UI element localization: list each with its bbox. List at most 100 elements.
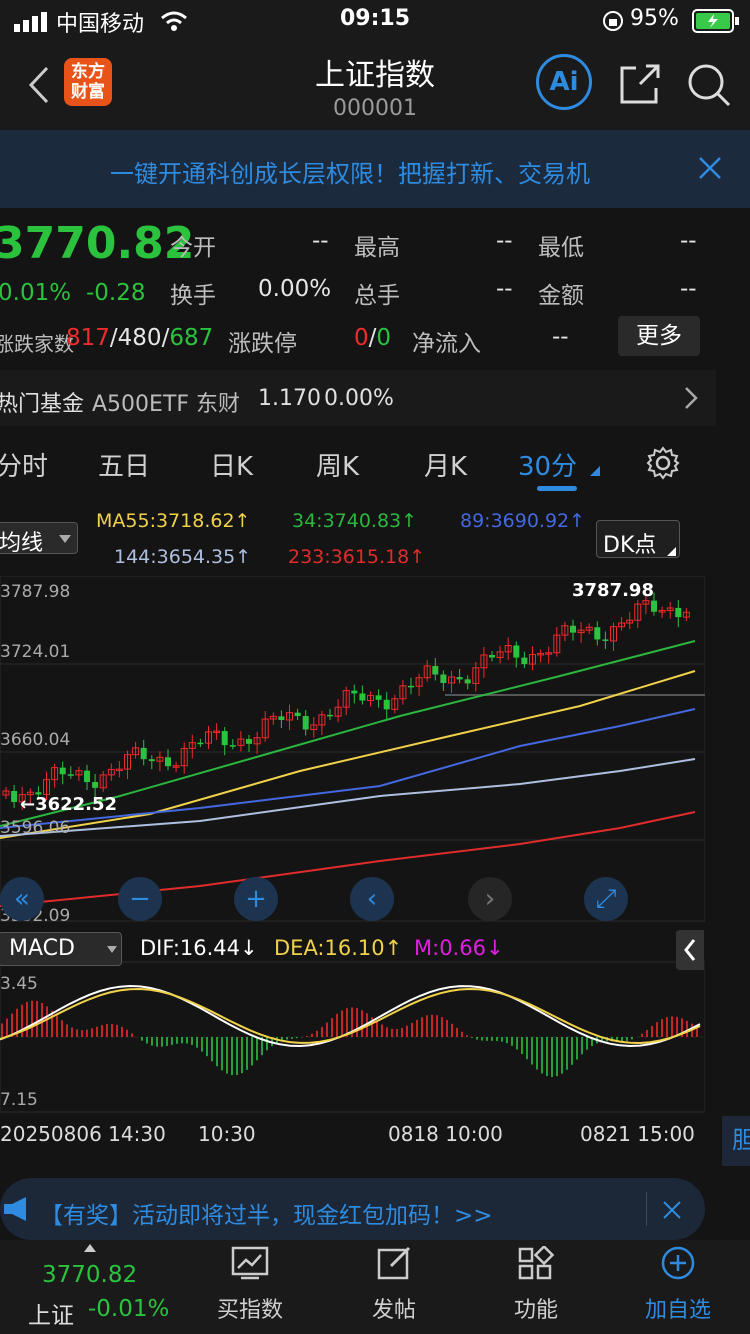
search-icon[interactable] [686, 62, 732, 108]
min-price-marker: ←3622.52 [20, 794, 118, 815]
scroll-right-button[interactable]: › [468, 877, 512, 921]
ai-assistant-button[interactable]: Ai [536, 54, 592, 110]
add-watchlist-label: 加自选 [644, 1298, 711, 1323]
promo-banner[interactable]: 一键开通科创成长层权限！把握打新、交易机 [0, 130, 750, 208]
candle-body [651, 600, 657, 612]
ma34-value: 34:3740.83↑ [292, 510, 418, 532]
candle-body [327, 714, 333, 717]
fund-label: 热门基金 [0, 392, 85, 417]
candle-body [570, 625, 576, 633]
dk-point-button[interactable]: DK点 [596, 520, 680, 558]
limit-values: 0/0 [354, 325, 391, 351]
volume-value: -- [496, 276, 513, 302]
functions-label: 功能 [513, 1298, 558, 1323]
zoom-in-button[interactable]: + [234, 877, 278, 921]
kline-svg[interactable] [0, 576, 705, 1166]
candle-body [278, 716, 285, 721]
chevron-left-icon [684, 939, 696, 961]
high-label: 最高 [354, 235, 400, 261]
tab-intraday[interactable]: 分时 [0, 446, 48, 483]
candle-body [148, 759, 155, 762]
candle-body [456, 677, 463, 680]
open-value: -- [312, 228, 329, 254]
candle-body [432, 665, 439, 675]
candle-body [375, 695, 382, 700]
ma89-value: 89:3690.92↑ [460, 510, 586, 532]
buy-index-label: 买指数 [216, 1298, 283, 1323]
dk-point-label: DK点 [603, 533, 657, 558]
scroll-left-fast-button[interactable]: « [0, 877, 44, 921]
candle-body [675, 607, 682, 618]
carrier-name: 中国移动 [56, 12, 145, 37]
candle-body [383, 699, 390, 710]
flat-count: 480 [117, 325, 162, 351]
hot-fund-row[interactable]: 热门基金 A500ETF 东财 1.170 0.00% [0, 370, 716, 426]
candle-body [294, 712, 301, 717]
status-bar: 中国移动 09:15 95% [0, 0, 750, 44]
macd-dea-line [0, 987, 701, 1045]
tab-30min[interactable]: 30分 [518, 446, 577, 483]
tab-five-day[interactable]: 五日 [98, 446, 150, 483]
scroll-left-button[interactable]: ‹ [350, 877, 394, 921]
tab-monthly-k[interactable]: 月K [424, 446, 467, 483]
add-watchlist-button[interactable]: 加自选 [618, 1246, 738, 1324]
indicator-selector-label: 均线 [0, 531, 44, 556]
macd-dea-value: DEA:16.10↑ [274, 936, 403, 960]
period-tabs: 分时 五日 日K 周K 月K 30分 [0, 426, 716, 498]
side-drawer-tab[interactable]: 胆 [722, 1116, 750, 1166]
candle-body [197, 742, 204, 745]
candle-body [59, 767, 66, 775]
y-axis-label: 3724.01 [0, 642, 71, 662]
zoom-out-button[interactable]: − [118, 877, 162, 921]
fullscreen-button[interactable]: ⤢ [584, 877, 628, 921]
dropdown-icon [59, 535, 71, 543]
low-value: -- [680, 228, 697, 254]
volume-label: 总手 [354, 283, 400, 309]
netflow-label: 净流入 [412, 331, 481, 357]
post-button[interactable]: 发帖 [334, 1246, 454, 1324]
tab-daily-k[interactable]: 日K [210, 446, 253, 483]
x-axis-label: 0821 15:00 [580, 1122, 695, 1146]
ma-lines [0, 640, 696, 907]
clock: 09:15 [340, 6, 411, 31]
breadth-values: 817/480/687 [66, 325, 213, 351]
divider [646, 1192, 647, 1226]
up-count: 817 [66, 325, 110, 351]
indicator-selector[interactable]: 均线 [0, 522, 78, 556]
caret-up-icon [84, 1244, 96, 1252]
fund-price: 1.170 [258, 386, 321, 411]
activity-ad-bar[interactable]: 【有奖】活动即将过半，现金红包加码！>> [0, 1178, 705, 1240]
post-label: 发帖 [371, 1298, 416, 1323]
settings-gear-icon[interactable] [646, 446, 680, 480]
kline-chart-area[interactable]: 3787.98 3724.01 3660.04 3596.06 3532.09 … [0, 576, 705, 1166]
share-icon[interactable] [618, 62, 662, 106]
close-icon[interactable] [698, 156, 722, 180]
tab-weekly-k[interactable]: 周K [316, 446, 359, 483]
candle-body [408, 685, 414, 688]
battery-percent: 95% [630, 6, 679, 31]
candle-body [513, 645, 520, 658]
more-button[interactable]: 更多 [618, 316, 700, 356]
candle-body [92, 782, 99, 788]
turnover-value: 0.00% [258, 276, 332, 302]
breadth-sep: / [109, 325, 118, 351]
close-icon[interactable] [662, 1200, 682, 1220]
candle-body [464, 679, 471, 684]
macd-selector-label: MACD [9, 936, 75, 961]
bottom-price[interactable]: 3770.82 [42, 1262, 137, 1288]
bottom-index-name: 上证 [28, 1303, 74, 1329]
macd-selector[interactable]: MACD [0, 932, 122, 966]
breadth-label: 涨跌家数 [0, 332, 74, 356]
functions-button[interactable]: 功能 [476, 1244, 596, 1324]
collapse-panel-button[interactable] [676, 930, 704, 970]
macd-dif-value: DIF:16.44↓ [140, 936, 258, 960]
down-count: 687 [169, 325, 214, 351]
macd-y-label: 7.15 [0, 1090, 38, 1110]
candle-body [221, 731, 228, 746]
macd-y-label: 3.45 [0, 974, 38, 994]
edit-icon [377, 1246, 411, 1280]
candle-body [84, 770, 90, 783]
buy-index-button[interactable]: 买指数 [190, 1246, 310, 1324]
candle-body [302, 716, 309, 730]
high-value: -- [496, 228, 513, 254]
